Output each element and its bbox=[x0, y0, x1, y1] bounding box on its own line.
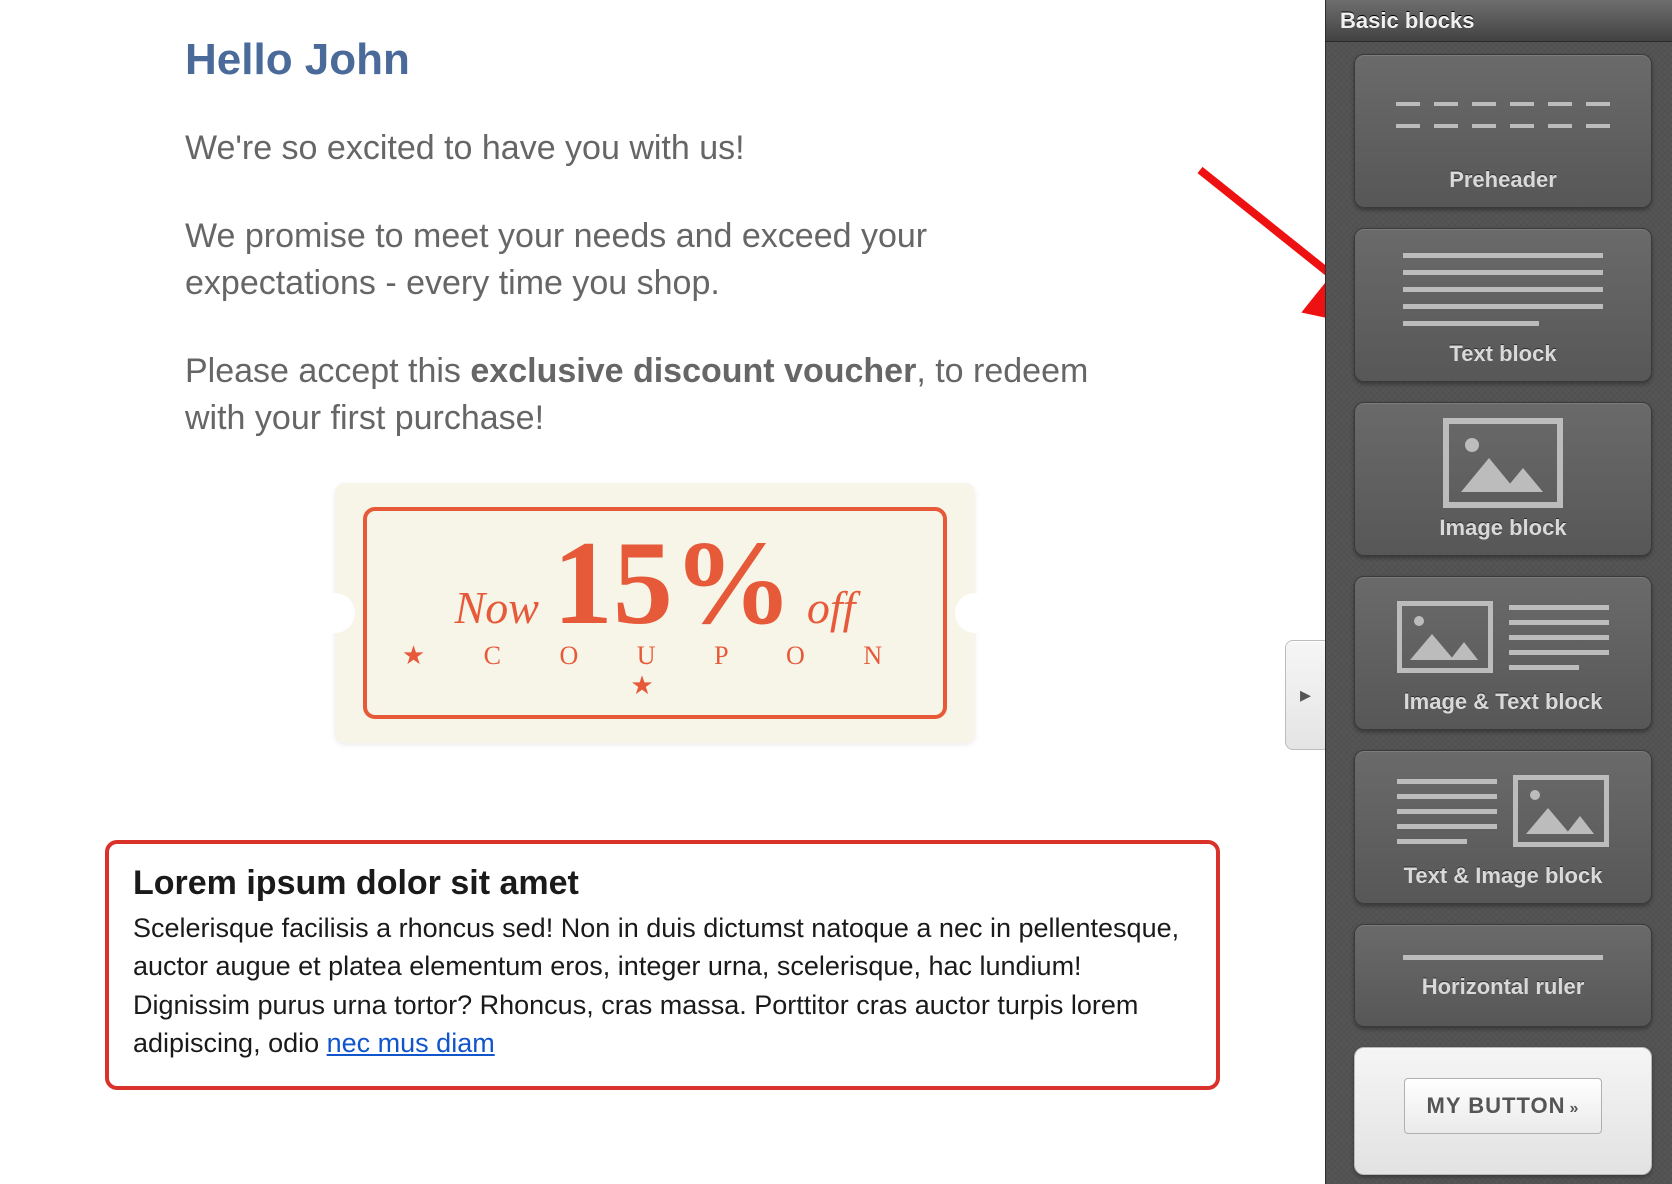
coupon-label: C O U P O N bbox=[484, 641, 908, 670]
coupon-now: Now bbox=[455, 581, 539, 634]
text-image-icon bbox=[1369, 769, 1637, 853]
block-text[interactable]: Text block bbox=[1354, 228, 1652, 382]
coupon-image-block[interactable]: Now 15% off ★ C O U P O N ★ bbox=[335, 483, 975, 743]
sidebar-header: Basic blocks bbox=[1326, 0, 1672, 42]
intro-paragraph-2: We promise to meet your needs and exceed… bbox=[185, 213, 1105, 308]
block-label: Image & Text block bbox=[1369, 689, 1637, 715]
image-icon bbox=[1369, 421, 1637, 505]
block-label: Text & Image block bbox=[1369, 863, 1637, 889]
block-image[interactable]: Image block bbox=[1354, 402, 1652, 556]
text-block-title: Lorem ipsum dolor sit amet bbox=[133, 864, 1192, 903]
email-canvas[interactable]: Hello John We're so excited to have you … bbox=[0, 0, 1325, 1184]
chevron-double-right-icon: » bbox=[1570, 1100, 1580, 1117]
block-label: Image block bbox=[1369, 515, 1637, 541]
coupon-percent: 15% bbox=[553, 529, 793, 637]
block-label: Horizontal ruler bbox=[1369, 974, 1637, 1000]
block-preheader[interactable]: Preheader bbox=[1354, 54, 1652, 208]
greeting-heading: Hello John bbox=[185, 35, 1325, 85]
blocks-sidebar: Basic blocks Preheader Text block bbox=[1325, 0, 1672, 1184]
sidebar-scroll[interactable]: Preheader Text block Image block bbox=[1326, 42, 1672, 1184]
star-icon: ★ bbox=[630, 671, 679, 701]
text-block-body-text: Scelerisque facilisis a rhoncus sed! Non… bbox=[133, 913, 1179, 1058]
block-horizontal-ruler[interactable]: Horizontal ruler bbox=[1354, 924, 1652, 1027]
intro-paragraph-1: We're so excited to have you with us! bbox=[185, 125, 1105, 173]
block-button[interactable]: MY BUTTON» bbox=[1354, 1047, 1652, 1175]
para3-pre: Please accept this bbox=[185, 352, 470, 390]
text-block-link[interactable]: nec mus diam bbox=[327, 1028, 495, 1058]
image-text-icon bbox=[1369, 595, 1637, 679]
intro-paragraph-3: Please accept this exclusive discount vo… bbox=[185, 348, 1105, 443]
text-block-body: Scelerisque facilisis a rhoncus sed! Non… bbox=[133, 909, 1192, 1062]
block-text-image[interactable]: Text & Image block bbox=[1354, 750, 1652, 904]
button-sample-label: MY BUTTON bbox=[1427, 1093, 1566, 1118]
chevron-right-icon: ▸ bbox=[1300, 682, 1311, 708]
sidebar-collapse-handle[interactable]: ▸ bbox=[1285, 640, 1325, 750]
para3-bold: exclusive discount voucher bbox=[470, 352, 916, 390]
horizontal-ruler-icon bbox=[1369, 955, 1637, 960]
coupon-off: off bbox=[807, 581, 856, 634]
block-label: Preheader bbox=[1369, 167, 1637, 193]
block-label: Text block bbox=[1369, 341, 1637, 367]
text-lines-icon bbox=[1369, 247, 1637, 331]
button-icon: MY BUTTON» bbox=[1369, 1078, 1637, 1134]
block-image-text[interactable]: Image & Text block bbox=[1354, 576, 1652, 730]
preheader-icon bbox=[1369, 73, 1637, 157]
selected-text-block[interactable]: Lorem ipsum dolor sit amet Scelerisque f… bbox=[105, 840, 1220, 1090]
star-icon: ★ bbox=[402, 641, 451, 671]
